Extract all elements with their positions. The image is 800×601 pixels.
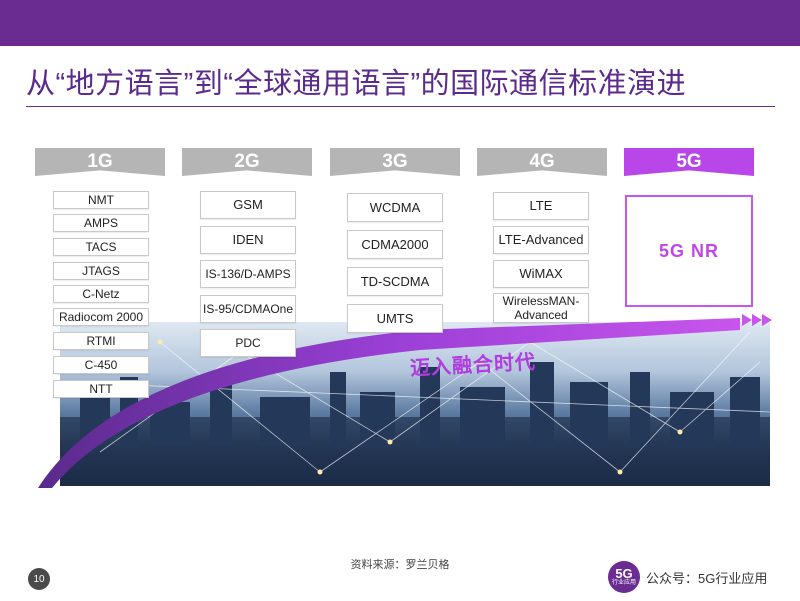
standard-item: CDMA2000 bbox=[347, 230, 443, 259]
standard-item: WCDMA bbox=[347, 193, 443, 222]
standard-item: C-450 bbox=[53, 356, 149, 374]
standard-item-5g-nr: 5G NR bbox=[625, 195, 753, 307]
standard-item: LTE-Advanced bbox=[493, 226, 589, 254]
standard-item: NTT bbox=[53, 380, 149, 398]
5g-logo-icon: 5G 行业应用 bbox=[608, 561, 640, 593]
logo-text-sub: 行业应用 bbox=[611, 580, 636, 586]
standard-item: IDEN bbox=[200, 226, 296, 254]
standard-item: TD-SCDMA bbox=[347, 267, 443, 296]
standard-item: UMTS bbox=[347, 304, 443, 333]
account-label: 公众号：5G行业应用 bbox=[646, 571, 768, 586]
standard-item: WirelessMAN-Advanced bbox=[493, 293, 589, 323]
standard-item: GSM bbox=[200, 191, 296, 219]
standard-item: IS-136/D-AMPS bbox=[200, 260, 296, 288]
standard-item: RTMI bbox=[53, 332, 149, 350]
page-number: 10 bbox=[28, 568, 50, 590]
standard-item: IS-95/CDMAOne bbox=[200, 295, 296, 323]
standard-item: Radiocom 2000 bbox=[53, 308, 149, 326]
standard-item: PDC bbox=[200, 329, 296, 357]
standard-item: JTAGS bbox=[53, 262, 149, 280]
standard-item: AMPS bbox=[53, 214, 149, 232]
standard-item: TACS bbox=[53, 238, 149, 256]
standard-item: C-Netz bbox=[53, 285, 149, 303]
standard-item: WiMAX bbox=[493, 260, 589, 288]
standard-item: LTE bbox=[493, 192, 589, 220]
logo-text-main: 5G bbox=[615, 566, 633, 581]
standard-item: NMT bbox=[53, 191, 149, 209]
